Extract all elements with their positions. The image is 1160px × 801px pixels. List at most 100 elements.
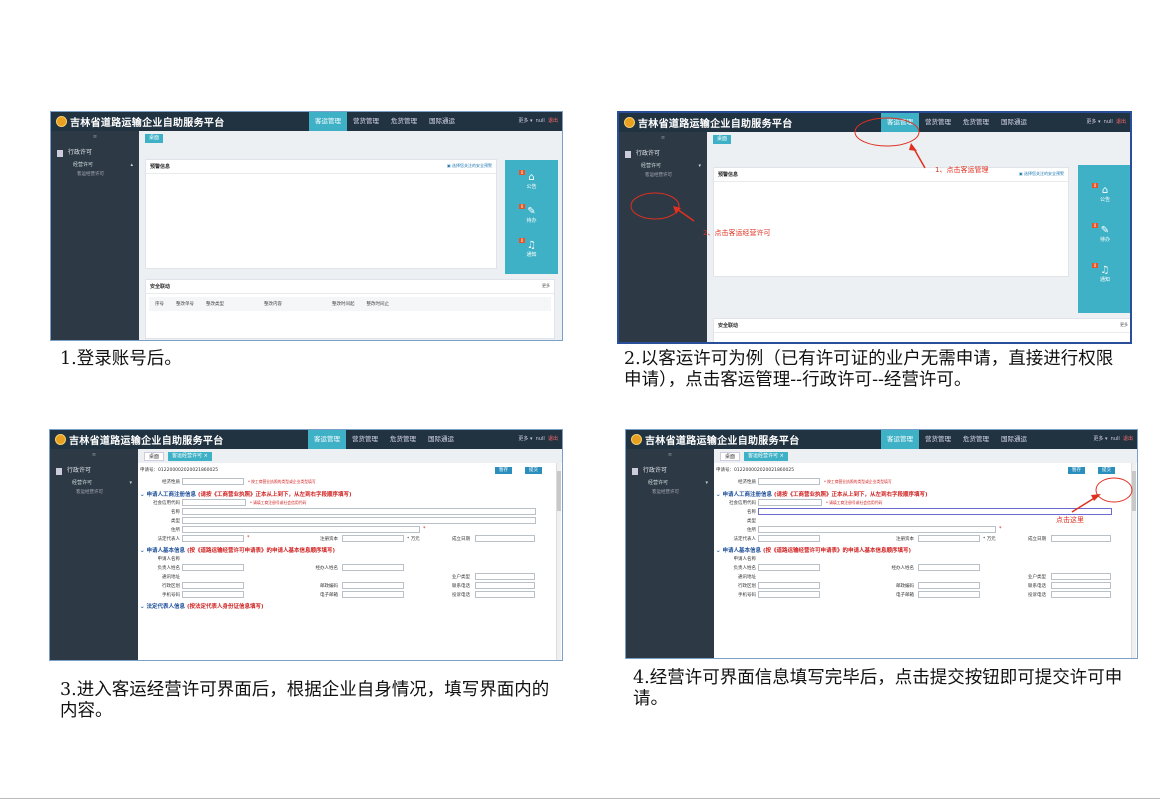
pen-icon: ✎ [527,206,536,217]
menu-toggle-icon[interactable]: ≡ [50,451,138,460]
annotation-text: 点击这里 [1056,516,1084,524]
sidebar-item-admin[interactable]: 行政许可 [51,146,139,160]
address-input[interactable] [182,526,420,533]
field-label: 行政区划 [162,584,180,589]
biz-type-select[interactable] [475,573,535,580]
phone-input[interactable] [182,591,244,598]
top-bar: 吉林省道路运输企业自助服务平台 客运管理 营货管理 危货管理 国际通运 更多 ▾… [50,430,562,449]
field-label: 负责人姓名 [157,566,181,571]
count-badge: 0 [519,204,525,209]
screenshot-4-form-annotated: 吉林省道路运输企业自助服务平台 客运管理 营货管理 危货管理 国际通运 更多 ▾… [625,429,1138,659]
user-name: null [535,118,545,124]
sidebar: ≡ 行政许可 经营许可 ▴ 客运经营许可 [51,131,139,340]
nav-danger[interactable]: 危货管理 [384,430,422,449]
save-button[interactable]: 暂存 [495,467,512,474]
chevron-up-icon: ▴ [130,162,133,168]
sidebar-item-admin[interactable]: 行政许可 [50,464,138,478]
tab-passenger-license[interactable]: 客运经营许可 × [168,451,212,461]
field-label: 注册资本 [320,537,338,542]
nav-cargo[interactable]: 营货管理 [346,430,384,449]
more-link[interactable]: 更多 [542,283,550,289]
section-title-registration: ⌄ 申请人工商注册信息 (请按《工商营业执照》正本从上到下，从左到右字段顺序填写… [140,492,352,498]
tel-input[interactable] [475,582,535,589]
highlight-ellipse [630,192,680,220]
nav-passenger[interactable]: 客运管理 [308,430,346,449]
arrow-head [673,206,681,214]
field-label: 住所 [171,528,180,533]
tab-bar: 桌面 客运经营许可 × [138,449,562,463]
complaint-input[interactable] [475,591,535,598]
warning-link[interactable]: ▣ 选择您关注的安全预警 [447,163,492,169]
quick-panel: 0 ⌂ 公告 0 ✎ 待办 0 ♫ 通知 [505,160,558,274]
main-area: 桌面 预警信息 ▣ 选择您关注的安全预警 0 ⌂ 公告 0 ✎ 待办 0 ♫ 通知 安全联动更… [139,131,562,340]
nav-passenger[interactable]: 客运管理 [309,112,347,131]
scrollbar[interactable] [556,463,561,660]
nav-danger[interactable]: 危货管理 [385,112,423,131]
screenshot-2-dashboard-annotated: 吉林省道路运输企业自助服务平台 客运管理 营货管理 危货管理 国际通运 更多 ▾… [617,111,1132,344]
sidebar-item-license[interactable]: 经营许可 ▴ [51,160,139,170]
chevron-down-icon: ▾ [129,480,132,486]
scroll-thumb[interactable] [557,471,561,511]
sidebar-item-license[interactable]: 经营许可 ▾ [50,478,138,488]
nav-cargo[interactable]: 营货管理 [347,112,385,131]
type-input[interactable] [182,517,536,524]
legal-rep-input[interactable] [182,535,244,542]
main-nav: 客运管理 营货管理 危货管理 国际通运 [308,430,460,449]
more-menu[interactable]: 更多 ▾ [518,436,532,442]
email-input[interactable] [342,591,404,598]
menu-toggle-icon[interactable]: ≡ [51,133,139,142]
credit-code-input[interactable] [182,499,246,506]
agent-input[interactable] [342,564,404,571]
panel-title: 预警信息 [150,164,171,170]
warning-link-text: 选择您关注的安全预警 [452,163,492,168]
field-hint: * 请填工商注册号或社会信用代码 [250,500,307,505]
todo-item[interactable]: 0 ✎ 待办 [505,204,558,224]
name-input[interactable] [182,508,536,515]
col-header: 序号 [155,302,164,307]
capital-input[interactable] [342,535,404,542]
notify-item[interactable]: 0 ♫ 通知 [505,238,558,258]
section-note: (按《道路运输经营许可申请表》的申请人基本信息顺序填写) [186,548,335,554]
apply-number: 申请号：012200002020021860025 [140,468,219,473]
date-input[interactable] [475,535,535,542]
sidebar-item-passenger-license[interactable]: 客运经营许可 [51,170,139,179]
field-label: 经济性质 [162,480,180,485]
region-input[interactable] [182,582,244,589]
sidebar-item-label: 经营许可 [72,480,93,486]
field-label: 联系电话 [452,584,470,589]
field-label: 电子邮箱 [320,593,338,598]
tab-home[interactable]: 桌面 [145,133,164,143]
caption-step-2: 2.以客运许可为例（已有许可证的业户无需申请，直接进行权限申请），点击客运管理-… [624,349,1114,390]
nav-international[interactable]: 国际通运 [422,430,460,449]
tab-home[interactable]: 桌面 [144,451,165,461]
section-title-basic: ⌄ 申请人基本信息 (按《道路运输经营许可申请表》的申请人基本信息顺序填写) [140,548,335,554]
notice-item[interactable]: 0 ⌂ 公告 [505,170,558,190]
section-note: (请按《工商营业执照》正本从上到下，从左到右字段顺序填写) [197,492,352,498]
emblem-icon [55,434,66,445]
field-label: 通讯地址 [162,575,180,580]
required-mark: * [423,526,426,532]
zip-input[interactable] [342,582,404,589]
col-header: 整改内容 [264,302,282,307]
top-bar: 吉林省道路运输企业自助服务平台 客运管理 营货管理 危货管理 国际通运 更多 ▾… [51,112,562,131]
count-badge: 0 [519,170,525,175]
safety-panel: 安全联动 更多 序号 整改单号 整改类型 整改内容 整改时间起 整改时间止 [145,279,555,339]
app-logo: 吉林省道路运输企业自助服务平台 [51,114,225,129]
logout-link[interactable]: 退出 [548,118,558,124]
annotation-arrow [1071,496,1097,513]
field-label: 类型 [171,519,180,524]
logout-link[interactable]: 退出 [548,436,558,442]
nav-international[interactable]: 国际通运 [423,112,461,131]
econ-type-select[interactable] [182,478,244,485]
sidebar-item-passenger-license[interactable]: 客运经营许可 [50,488,138,497]
quick-label: 公告 [526,184,537,190]
user-name: null [535,436,545,442]
unit-label: * 万元 [407,537,420,542]
more-menu[interactable]: 更多 ▾ [518,118,532,124]
sidebar-item-label: 行政许可 [67,467,92,474]
submit-button[interactable]: 提交 [525,467,542,474]
field-label: 投诉电话 [452,593,470,598]
person-input[interactable] [182,564,244,571]
field-label: 邮政编码 [320,584,338,589]
unit-text: 万元 [410,537,420,542]
